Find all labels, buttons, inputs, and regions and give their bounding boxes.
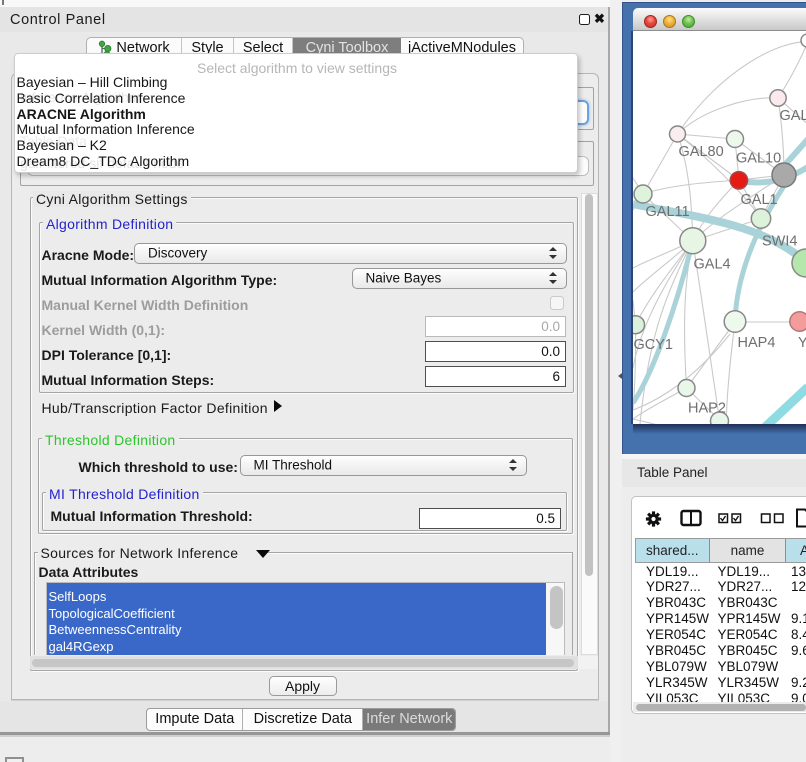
svg-text:GAL7: GAL7 <box>780 108 806 124</box>
svg-text:GAL80: GAL80 <box>679 144 724 160</box>
svg-text:GAL4: GAL4 <box>694 257 731 273</box>
svg-text:GCY1: GCY1 <box>634 337 674 353</box>
svg-text:HAP4: HAP4 <box>738 335 776 351</box>
svg-text:YB: YB <box>798 335 806 351</box>
svg-text:SWI4: SWI4 <box>762 234 797 250</box>
svg-text:GAL1: GAL1 <box>741 192 778 208</box>
svg-text:HAP2: HAP2 <box>688 401 726 417</box>
svg-text:GAL11: GAL11 <box>646 204 690 220</box>
svg-text:GAL10: GAL10 <box>736 151 781 167</box>
